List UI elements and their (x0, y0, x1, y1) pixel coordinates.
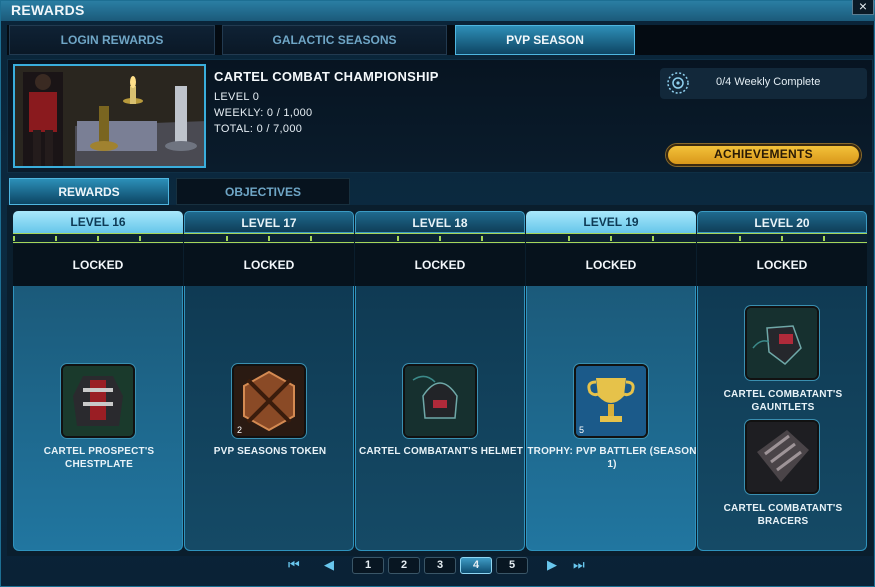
reward-level-column: LEVEL 17 LOCKED 2 PVP SEASONS TOKEN (184, 211, 354, 551)
level-header: LEVEL 20 (697, 211, 867, 233)
reward-slot: 2 PVP SEASONS TOKEN (184, 286, 354, 551)
tab-login-rewards[interactable]: LOGIN REWARDS (9, 25, 215, 55)
season-weekly-progress: WEEKLY: 0 / 1,000 (214, 107, 313, 119)
level-progress-bar (697, 233, 867, 243)
page-button-4[interactable]: 4 (460, 557, 492, 574)
season-title: CARTEL COMBAT CHAMPIONSHIP (214, 69, 439, 84)
last-page-icon[interactable]: ⏭ (573, 558, 585, 572)
level-progress-bar (526, 233, 696, 243)
locked-status: LOCKED (13, 244, 183, 286)
tab-objectives[interactable]: OBJECTIVES (176, 178, 350, 205)
gauntlets-icon[interactable] (745, 306, 819, 380)
locked-status: LOCKED (697, 244, 867, 286)
reward-name: CARTEL COMBATANT'S GAUNTLETS (723, 389, 843, 413)
level-progress-bar (355, 233, 525, 243)
trophy-icon[interactable]: 5 (574, 364, 648, 438)
prev-page-icon[interactable]: ◀ (324, 558, 334, 572)
reward-level-column: LEVEL 18 LOCKED CARTEL COMBATANT'S HELME… (355, 211, 525, 551)
title-bar: REWARDS × (1, 0, 875, 21)
reward-name: TROPHY: PVP BATTLER (SEASON 1) (527, 446, 697, 470)
weekly-objectives-indicator[interactable]: 0/4 Weekly Complete (660, 68, 867, 99)
next-page-icon[interactable]: ▶ (547, 558, 557, 572)
season-preview-image (13, 64, 206, 168)
rewards-window: REWARDS × LOGIN REWARDS GALACTIC SEASONS… (0, 0, 875, 587)
window-title: REWARDS (11, 2, 85, 18)
locked-status: LOCKED (526, 244, 696, 286)
level-header: LEVEL 18 (355, 211, 525, 233)
weekly-cycle-icon (666, 71, 690, 100)
level-progress-bar (184, 233, 354, 243)
level-header: LEVEL 17 (184, 211, 354, 233)
page-button-1[interactable]: 1 (352, 557, 384, 574)
close-button[interactable]: × (852, 0, 874, 15)
page-button-3[interactable]: 3 (424, 557, 456, 574)
reward-slot: 5 TROPHY: PVP BATTLER (SEASON 1) (526, 286, 696, 551)
level-progress-bar (13, 233, 183, 243)
reward-slot: CARTEL PROSPECT'S CHESTPLATE (13, 286, 183, 551)
weekly-complete-text: 0/4 Weekly Complete (716, 76, 821, 88)
helmet-icon[interactable] (403, 364, 477, 438)
season-total-progress: TOTAL: 0 / 7,000 (214, 123, 303, 135)
achievements-button[interactable]: ACHIEVEMENTS (666, 144, 861, 166)
reward-name: CARTEL COMBATANT'S BRACERS (723, 503, 843, 527)
page-button-2[interactable]: 2 (388, 557, 420, 574)
top-tab-bar: LOGIN REWARDS GALACTIC SEASONS PVP SEASO… (7, 25, 873, 55)
locked-status: LOCKED (355, 244, 525, 286)
tab-pvp-season[interactable]: PVP SEASON (455, 25, 635, 55)
reward-level-column: LEVEL 20 LOCKED CARTEL COMBATANT'S GAUNT… (697, 211, 867, 551)
tab-galactic-seasons[interactable]: GALACTIC SEASONS (222, 25, 447, 55)
reward-level-column: LEVEL 19 LOCKED 5 TROPHY: PVP BATTLER (S… (526, 211, 696, 551)
bracers-icon[interactable] (745, 420, 819, 494)
first-page-icon[interactable]: ⏮ (288, 558, 300, 572)
season-level: LEVEL 0 (214, 91, 260, 103)
token-icon[interactable]: 2 (232, 364, 306, 438)
reward-name: CARTEL COMBATANT'S HELMET (358, 446, 524, 457)
reward-slot: CARTEL COMBATANT'S HELMET (355, 286, 525, 551)
item-count: 5 (579, 425, 585, 435)
chestplate-icon[interactable] (61, 364, 135, 438)
season-header: CARTEL COMBAT CHAMPIONSHIP LEVEL 0 WEEKL… (7, 59, 873, 173)
tab-rewards[interactable]: REWARDS (9, 178, 169, 205)
page-button-5[interactable]: 5 (496, 557, 528, 574)
reward-slot: CARTEL COMBATANT'S GAUNTLETS CARTEL COMB… (697, 286, 867, 551)
reward-level-column: LEVEL 16 LOCKED CARTEL PROSPECT'S CHESTP… (13, 211, 183, 551)
level-header: LEVEL 19 (526, 211, 696, 233)
level-header: LEVEL 16 (13, 211, 183, 233)
reward-name: PVP SEASONS TOKEN (213, 446, 327, 457)
item-count: 2 (237, 425, 243, 435)
reward-name: CARTEL PROSPECT'S CHESTPLATE (43, 446, 155, 470)
locked-status: LOCKED (184, 244, 354, 286)
